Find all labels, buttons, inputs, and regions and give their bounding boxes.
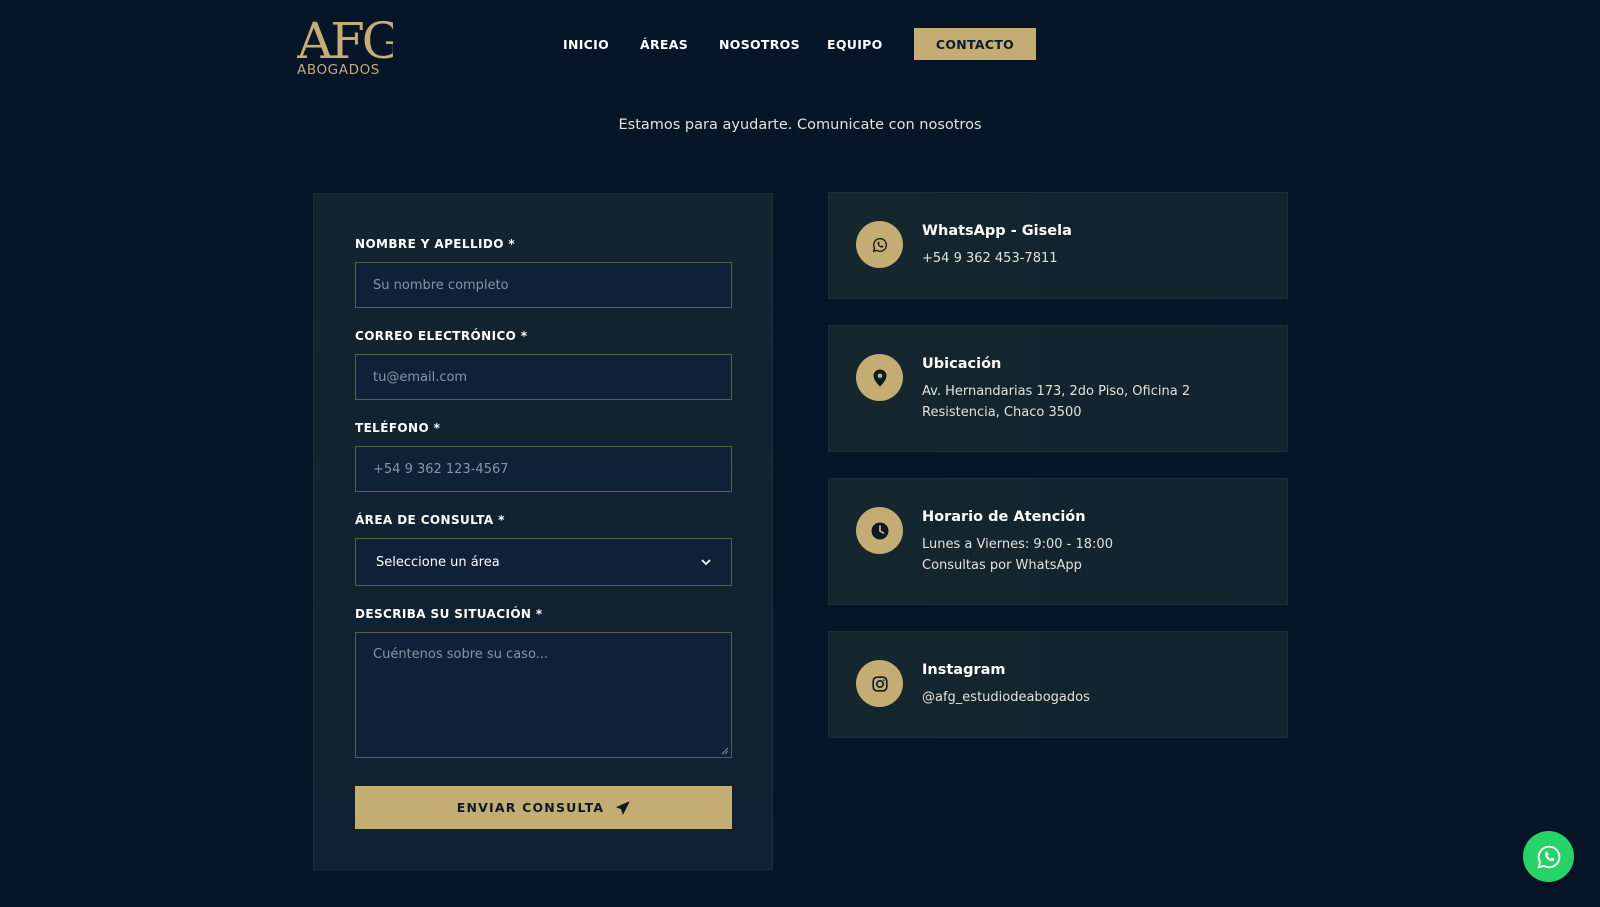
instagram-card[interactable]: Instagram @afg_estudiodeabogados bbox=[828, 631, 1288, 738]
nav-link-inicio[interactable]: INICIO bbox=[563, 37, 609, 52]
phone-input[interactable]: +54 9 362 123-4567 bbox=[355, 446, 732, 492]
whatsapp-title: WhatsApp - Gisela bbox=[922, 223, 1072, 239]
instagram-title: Instagram bbox=[922, 662, 1006, 678]
phone-placeholder: +54 9 362 123-4567 bbox=[373, 461, 509, 477]
location-address: Av. Hernandarias 173, 2do Piso, Oficina … bbox=[922, 384, 1191, 399]
message-label: DESCRIBA SU SITUACIÓN * bbox=[355, 607, 543, 621]
location-icon-badge bbox=[856, 354, 903, 401]
whatsapp-icon bbox=[872, 237, 887, 252]
name-input[interactable]: Su nombre completo bbox=[355, 262, 732, 308]
nav-link-nosotros[interactable]: NOSOTROS bbox=[719, 37, 800, 52]
hours-title: Horario de Atención bbox=[922, 509, 1086, 525]
logo-subtitle: ABOGADOS bbox=[297, 62, 380, 78]
chevron-down-icon bbox=[701, 558, 711, 565]
whatsapp-phone: +54 9 362 453-7811 bbox=[922, 251, 1058, 266]
email-input[interactable]: tu@email.com bbox=[355, 354, 732, 400]
hours-card: Horario de Atención Lunes a Viernes: 9:0… bbox=[828, 478, 1288, 605]
name-label: NOMBRE Y APELLIDO * bbox=[355, 237, 516, 251]
area-selected-value: Seleccione un área bbox=[376, 554, 500, 570]
instagram-handle: @afg_estudiodeabogados bbox=[922, 690, 1090, 705]
message-textarea[interactable]: Cuéntenos sobre su caso... bbox=[355, 632, 732, 758]
main-nav: INICIO ÁREAS NOSOTROS EQUIPO CONTACTO bbox=[0, 28, 1600, 60]
whatsapp-icon-badge bbox=[856, 221, 903, 268]
whatsapp-card[interactable]: WhatsApp - Gisela +54 9 362 453-7811 bbox=[828, 192, 1288, 299]
contact-form: NOMBRE Y APELLIDO * Su nombre completo C… bbox=[313, 193, 773, 870]
email-label: CORREO ELECTRÓNICO * bbox=[355, 329, 528, 343]
resize-handle-icon[interactable] bbox=[721, 747, 729, 755]
location-city: Resistencia, Chaco 3500 bbox=[922, 405, 1082, 420]
nav-link-areas[interactable]: ÁREAS bbox=[640, 37, 688, 52]
email-placeholder: tu@email.com bbox=[373, 369, 468, 385]
hours-weekdays: Lunes a Viernes: 9:00 - 18:00 bbox=[922, 537, 1113, 552]
phone-label: TELÉFONO * bbox=[355, 421, 441, 435]
location-card: Ubicación Av. Hernandarias 173, 2do Piso… bbox=[828, 325, 1288, 452]
area-select[interactable]: Seleccione un área bbox=[355, 538, 732, 586]
location-pin-icon bbox=[873, 369, 886, 386]
clock-icon-badge bbox=[856, 507, 903, 554]
clock-icon bbox=[871, 522, 888, 539]
instagram-icon bbox=[871, 675, 888, 692]
floating-whatsapp-button[interactable] bbox=[1523, 831, 1574, 882]
nav-link-equipo[interactable]: EQUIPO bbox=[827, 37, 883, 52]
hours-note: Consultas por WhatsApp bbox=[922, 558, 1082, 573]
paper-plane-icon bbox=[616, 801, 630, 814]
submit-button[interactable]: ENVIAR CONSULTA bbox=[355, 786, 732, 829]
submit-label: ENVIAR CONSULTA bbox=[456, 800, 605, 815]
nav-contacto-button[interactable]: CONTACTO bbox=[914, 28, 1036, 60]
site-header: AFG ABOGADOS INICIO ÁREAS NOSOTROS EQUIP… bbox=[0, 0, 1600, 90]
page-subtitle: Estamos para ayudarte. Comunicate con no… bbox=[618, 117, 982, 133]
location-title: Ubicación bbox=[922, 356, 1002, 372]
whatsapp-icon bbox=[1536, 845, 1560, 869]
instagram-icon-badge bbox=[856, 660, 903, 707]
name-placeholder: Su nombre completo bbox=[373, 277, 509, 293]
area-label: ÁREA DE CONSULTA * bbox=[355, 513, 505, 527]
message-placeholder: Cuéntenos sobre su caso... bbox=[373, 647, 549, 662]
